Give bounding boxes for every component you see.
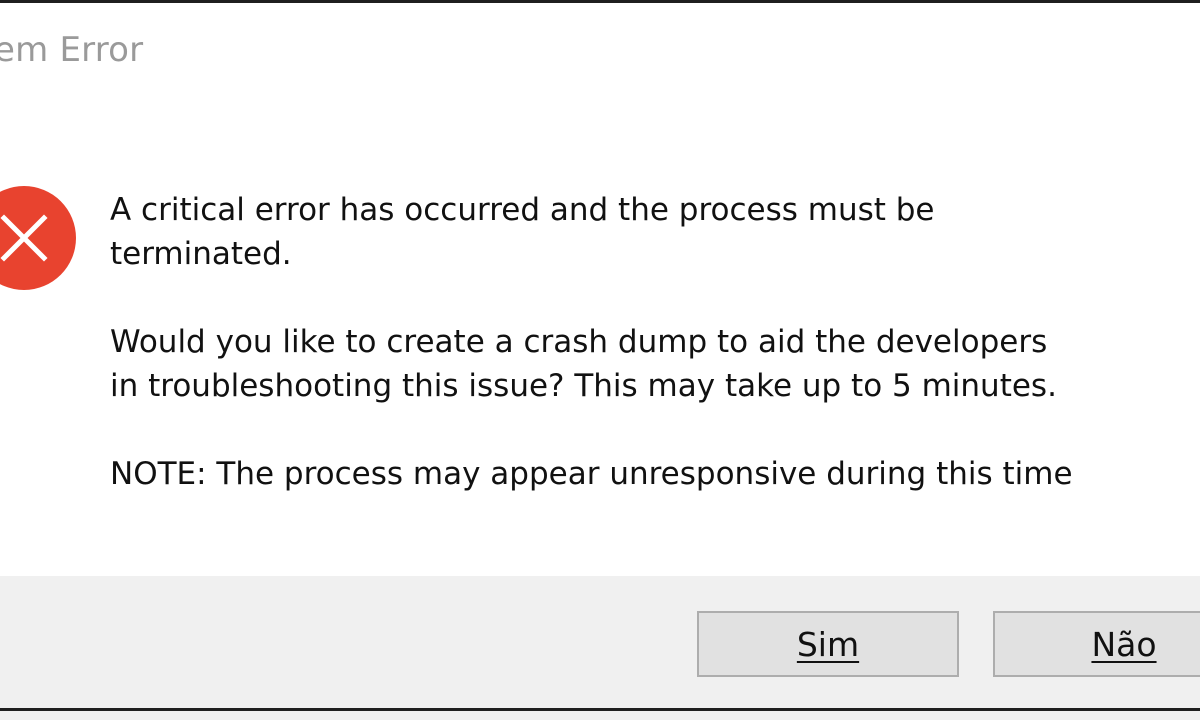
message-line-2: terminated. bbox=[110, 236, 292, 272]
message-line-3: Would you like to create a crash dump to… bbox=[110, 324, 1048, 360]
message-body: A critical error has occurred and the pr… bbox=[110, 188, 1200, 496]
close-x-glyph bbox=[0, 214, 48, 262]
message-note: NOTE: The process may appear unresponsiv… bbox=[110, 456, 1073, 492]
error-icon bbox=[0, 186, 76, 290]
error-dialog: em Error A critical error has occurred a… bbox=[0, 0, 1200, 720]
message-line-1: A critical error has occurred and the pr… bbox=[110, 192, 935, 228]
window-border-top bbox=[0, 0, 1200, 3]
no-button[interactable]: Não bbox=[993, 611, 1200, 677]
button-bar: Sim Não bbox=[0, 576, 1200, 720]
dialog-title: em Error bbox=[0, 30, 144, 70]
message-line-4: in troubleshooting this issue? This may … bbox=[110, 368, 1057, 404]
no-button-label: Não bbox=[1091, 624, 1157, 664]
window-border-bottom bbox=[0, 708, 1200, 711]
yes-button-label: Sim bbox=[796, 624, 860, 664]
yes-button[interactable]: Sim bbox=[697, 611, 959, 677]
